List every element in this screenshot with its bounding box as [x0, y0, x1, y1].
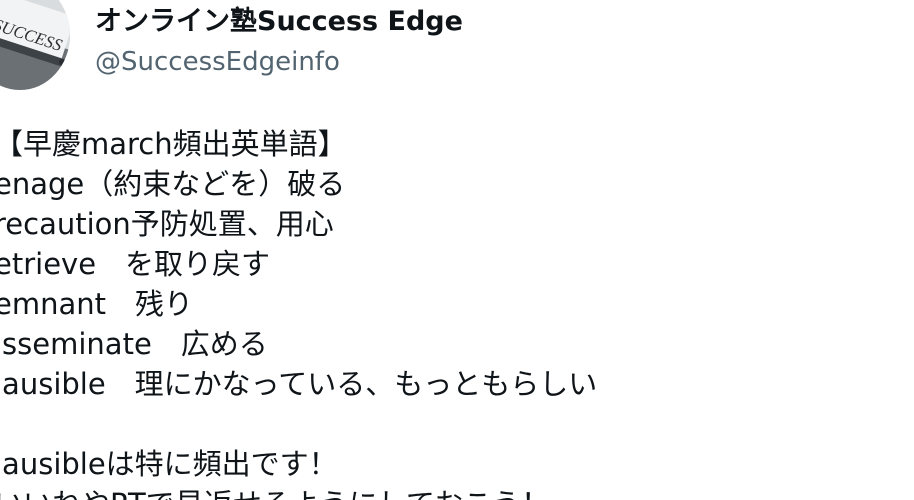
tweet-line: isseminate 広める: [0, 327, 268, 361]
tweet-line: lausibleは特に頻出です！: [0, 447, 338, 481]
avatar-image-icon: SUCCESS: [0, 0, 70, 90]
display-name[interactable]: オンライン塾Success Edge: [95, 4, 463, 40]
tweet-line: recaution予防処置、用心: [0, 207, 334, 241]
tweet-line: 【早慶march頻出英単語】: [0, 127, 347, 161]
avatar[interactable]: SUCCESS: [0, 0, 70, 90]
tweet-text: 【早慶march頻出英単語】 enage（約束などを）破る recaution予…: [0, 124, 914, 500]
tweet-line: lausible 理にかなっている、もっともらしい: [0, 367, 598, 401]
tweet-line: いいねやRTで見返せるようにしておこう！: [0, 484, 914, 500]
tweet-line: enage（約束などを）破る: [0, 167, 346, 201]
tweet-line: emnant 残り: [0, 287, 193, 321]
user-handle[interactable]: @SuccessEdgeinfo: [95, 45, 340, 79]
tweet-line: etrieve を取り戻す: [0, 247, 271, 281]
